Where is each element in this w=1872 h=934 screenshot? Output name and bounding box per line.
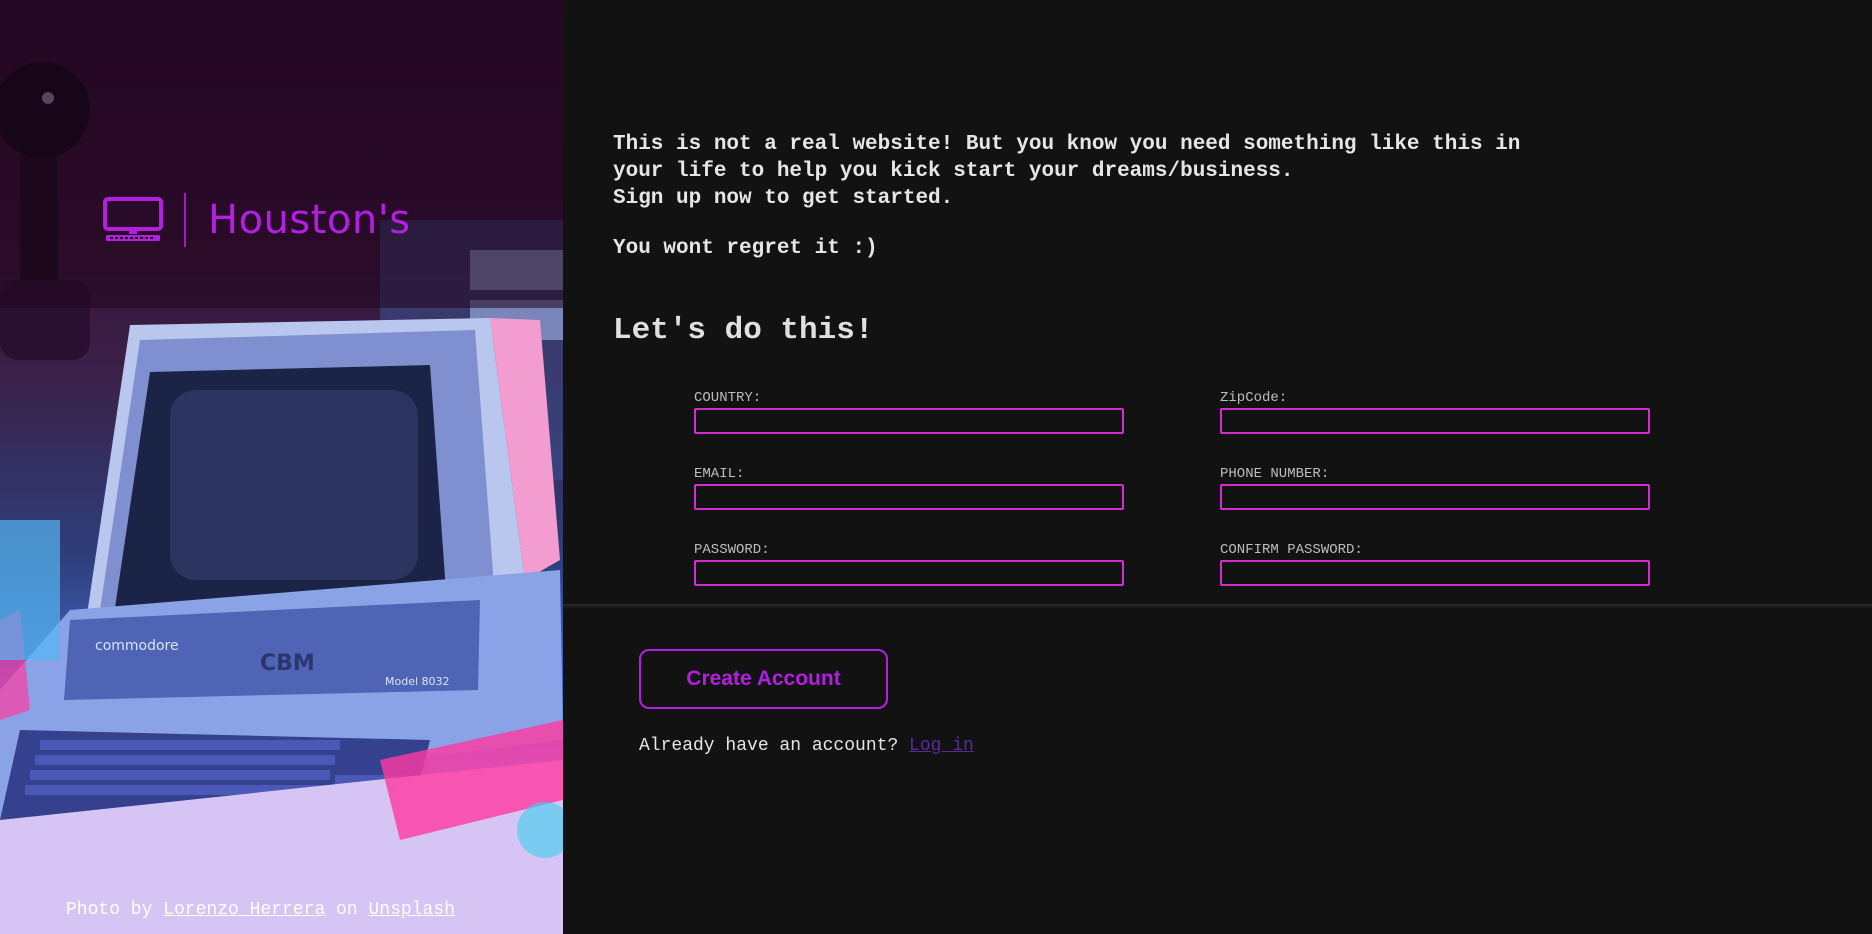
photo-credit-middle: on (325, 900, 369, 920)
photo-credit-prefix: Photo by (66, 900, 164, 920)
unsplash-link[interactable]: Unsplash (368, 900, 454, 920)
confirm-password-field-group: CONFIRM PASSWORD: (1220, 542, 1650, 586)
hero-overlay (0, 0, 563, 308)
brand-divider (184, 193, 186, 247)
login-prompt-text: Already have an account? (639, 736, 910, 756)
computer-icon (103, 197, 163, 241)
country-field-group: COUNTRY: (694, 390, 1124, 434)
create-account-button[interactable]: Create Account (639, 649, 888, 709)
zipcode-field-group: ZipCode: (1220, 390, 1650, 434)
intro-tagline: You wont regret it :) (613, 237, 878, 260)
intro-line-2: your life to help you kick start your dr… (613, 160, 1294, 183)
signup-panel: This is not a real website! But you know… (563, 0, 1872, 934)
photo-author-link[interactable]: Lorenzo Herrera (163, 900, 325, 920)
country-label: COUNTRY: (694, 390, 762, 406)
svg-text:Model 8032: Model 8032 (385, 675, 450, 688)
form-heading: Let's do this! (613, 313, 874, 348)
phone-field-group: PHONE NUMBER: (1220, 466, 1650, 510)
phone-input[interactable] (1220, 484, 1650, 510)
intro-line-3: Sign up now to get started. (613, 187, 954, 210)
email-label: EMAIL: (694, 466, 745, 482)
intro-line-1: This is not a real website! But you know… (613, 133, 1521, 156)
email-field-group: EMAIL: (694, 466, 1124, 510)
password-input[interactable] (694, 560, 1124, 586)
zipcode-input[interactable] (1220, 408, 1650, 434)
login-link[interactable]: Log in (909, 736, 974, 756)
hero-photo-panel: commodore CBM Model 8032 Houston's Photo… (0, 0, 563, 934)
photo-credit: Photo by Lorenzo Herrera on Unsplash (66, 900, 455, 920)
country-input[interactable] (694, 408, 1124, 434)
login-prompt: Already have an account? Log in (639, 736, 974, 756)
brand-name: Houston's (208, 197, 411, 243)
intro-text: This is not a real website! But you know… (613, 131, 1713, 262)
phone-label: PHONE NUMBER: (1220, 466, 1330, 482)
password-field-group: PASSWORD: (694, 542, 1124, 586)
svg-text:CBM: CBM (260, 651, 315, 676)
svg-text:commodore: commodore (95, 638, 179, 654)
brand-logo: Houston's (102, 190, 411, 250)
password-label: PASSWORD: (694, 542, 770, 558)
zipcode-label: ZipCode: (1220, 390, 1288, 406)
confirm-password-input[interactable] (1220, 560, 1650, 586)
confirm-password-label: CONFIRM PASSWORD: (1220, 542, 1363, 558)
email-input[interactable] (694, 484, 1124, 510)
form-divider (563, 604, 1872, 608)
